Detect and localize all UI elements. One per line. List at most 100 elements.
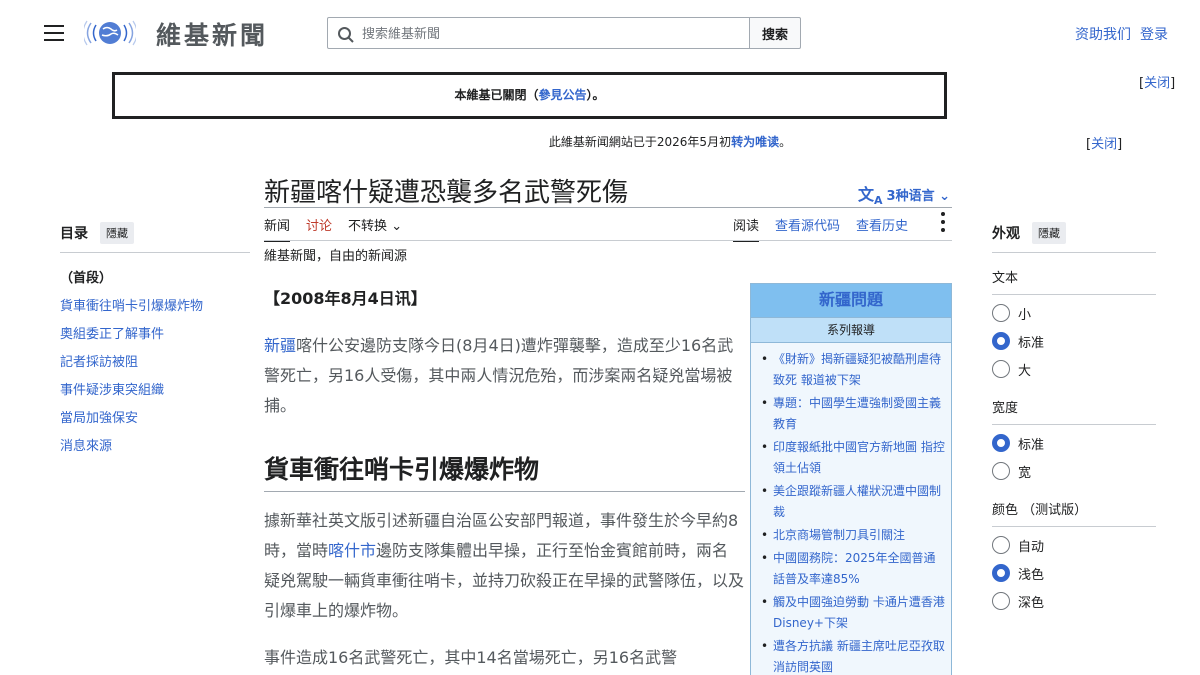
more-actions-icon[interactable] xyxy=(940,212,946,234)
notice-text-pre: 本維基已關閉（ xyxy=(454,88,539,102)
color-option[interactable]: 深色 xyxy=(992,587,1156,615)
infobox-item[interactable]: 美企跟蹤新疆人權狀況遭中國制裁 xyxy=(759,481,945,523)
color-radio[interactable] xyxy=(992,592,1010,610)
color-option[interactable]: 自动 xyxy=(992,531,1156,559)
toc-item[interactable]: 消息來源 xyxy=(60,433,250,461)
site-wordmark[interactable]: 維基新聞 xyxy=(156,16,268,52)
view-tabs: 阅读 查看源代码 查看历史 xyxy=(733,215,924,242)
toc-item[interactable]: 貨車衝往哨卡引爆爆炸物 xyxy=(60,293,250,321)
language-button[interactable]: 文A 3种语言 ⌄ xyxy=(858,181,950,207)
notice-text-post: ）。 xyxy=(586,88,605,102)
search-form: 搜索 xyxy=(327,17,801,49)
width-option[interactable]: 宽 xyxy=(992,457,1156,485)
paragraph-text: 喀什公安邊防支隊今日(8月4日)遭炸彈襲擊，造成至少16名武警死亡，另16人受傷… xyxy=(264,336,734,415)
tab-news[interactable]: 新闻 xyxy=(264,215,291,242)
translate-icon: 文A xyxy=(858,185,883,208)
toc-item[interactable]: 事件疑涉東突組織 xyxy=(60,377,250,405)
infobox-item[interactable]: 觸及中國強迫勞動 卡通片遭香港Disney+下架 xyxy=(759,592,945,634)
toc-header: 目录 隱藏 xyxy=(60,222,250,244)
tab-read[interactable]: 阅读 xyxy=(733,215,760,242)
xinjiang-link[interactable]: 新疆 xyxy=(264,336,296,355)
search-icon xyxy=(338,27,354,43)
toc-hide-button[interactable]: 隱藏 xyxy=(100,222,134,244)
infobox-item[interactable]: 專題：中國學生遭強制愛國主義教育 xyxy=(759,393,945,435)
wikinews-logo-icon[interactable] xyxy=(84,17,136,49)
notice-close-button[interactable]: [关闭] xyxy=(1139,72,1175,91)
tab-talk[interactable]: 讨论 xyxy=(306,215,332,242)
appearance-divider xyxy=(992,526,1156,527)
infobox-title[interactable]: 新疆問題 xyxy=(751,284,951,318)
table-of-contents: 目录 隱藏 （首段） 貨車衝往哨卡引爆爆炸物 奧組委正了解事件 記者採訪被阻 事… xyxy=(60,222,250,461)
search-box[interactable] xyxy=(327,17,750,49)
appearance-title: 外观 xyxy=(992,226,1020,242)
notice-close-label[interactable]: 关闭 xyxy=(1144,76,1170,91)
text-option-label: 标准 xyxy=(1018,335,1045,351)
appearance-divider xyxy=(992,294,1156,295)
color-radio[interactable] xyxy=(992,564,1010,582)
page-title: 新疆喀什疑遭恐襲多名武警死傷 xyxy=(264,178,629,208)
width-option[interactable]: 标准 xyxy=(992,429,1156,457)
text-option[interactable]: 大 xyxy=(992,355,1156,383)
infobox-item[interactable]: 遭各方抗議 新疆主席吐尼亞孜取消訪問英國 xyxy=(759,636,945,675)
width-radio[interactable] xyxy=(992,462,1010,480)
color-option[interactable]: 浅色 xyxy=(992,559,1156,587)
infobox-list: 《財新》揭新疆疑犯被酷刑虐待致死 報道被下架 專題：中國學生遭強制愛國主義教育 … xyxy=(751,343,951,675)
color-option-label: 深色 xyxy=(1018,595,1045,611)
tab-view-source[interactable]: 查看源代码 xyxy=(775,215,840,242)
sitenotice-close-button[interactable]: [关闭] xyxy=(1086,133,1122,152)
namespace-tabs: 新闻 讨论 不转换 ⌄ xyxy=(264,215,418,242)
sitenotice-text-post: 。 xyxy=(779,135,792,149)
chevron-down-icon: ⌄ xyxy=(391,219,403,234)
toc-item[interactable]: 奧組委正了解事件 xyxy=(60,321,250,349)
color-radio[interactable] xyxy=(992,536,1010,554)
infobox-item[interactable]: 北京商場管制刀具引關注 xyxy=(759,525,945,546)
text-option[interactable]: 小 xyxy=(992,299,1156,327)
donate-link[interactable]: 资助我们 xyxy=(1075,27,1131,43)
text-option-label: 大 xyxy=(1018,363,1032,379)
toc-item-top[interactable]: （首段） xyxy=(60,265,250,293)
sitenotice-link[interactable]: 转为唯读 xyxy=(731,135,779,149)
tab-history[interactable]: 查看历史 xyxy=(856,215,908,242)
toc-title: 目录 xyxy=(60,226,88,242)
color-option-label: 浅色 xyxy=(1018,567,1045,583)
article-body: 【2008年8月4日讯】 新疆喀什公安邊防支隊今日(8月4日)遭炸彈襲擊，造成至… xyxy=(264,285,745,667)
appearance-divider xyxy=(992,424,1156,425)
text-radio[interactable] xyxy=(992,304,1010,322)
width-options: 标准宽 xyxy=(992,429,1156,485)
chevron-down-icon: ⌄ xyxy=(939,189,951,204)
site-closed-notice: 本維基已關閉（參見公告）。 xyxy=(112,72,947,119)
toc-item[interactable]: 當局加強保安 xyxy=(60,405,250,433)
login-link[interactable]: 登录 xyxy=(1140,27,1168,43)
width-radio[interactable] xyxy=(992,434,1010,452)
text-option-label: 小 xyxy=(1018,307,1032,323)
appearance-divider xyxy=(992,252,1156,253)
tabs-divider xyxy=(264,240,952,241)
main-menu-icon[interactable] xyxy=(44,25,64,41)
variant-dropdown[interactable]: 不转换 ⌄ xyxy=(348,215,402,242)
text-radio[interactable] xyxy=(992,360,1010,378)
toc-list: （首段） 貨車衝往哨卡引爆爆炸物 奧組委正了解事件 記者採訪被阻 事件疑涉東突組… xyxy=(60,265,250,461)
infobox-item[interactable]: 中國國務院：2025年全國普通話普及率達85% xyxy=(759,548,945,590)
toc-item[interactable]: 記者採訪被阻 xyxy=(60,349,250,377)
width-option-label: 标准 xyxy=(1018,437,1045,453)
infobox-item[interactable]: 《財新》揭新疆疑犯被酷刑虐待致死 報道被下架 xyxy=(759,349,945,391)
variant-label: 不转换 xyxy=(348,219,388,234)
color-options: 自动 浅色 深色 xyxy=(992,531,1156,615)
site-header: 維基新聞 搜索 资助我们登录 xyxy=(0,0,1200,66)
infobox-item[interactable]: 印度報紙批中國官方新地圖 指控領土佔領 xyxy=(759,437,945,479)
text-size-options: 小标准大 xyxy=(992,299,1156,383)
notice-link[interactable]: 參見公告 xyxy=(538,88,586,102)
search-input[interactable] xyxy=(362,24,742,44)
search-button[interactable]: 搜索 xyxy=(749,17,801,49)
width-option-label: 宽 xyxy=(1018,465,1032,481)
appearance-hide-button[interactable]: 隱藏 xyxy=(1032,222,1066,244)
color-label: 颜色 （测试版） xyxy=(992,503,1088,518)
article-paragraph: 新疆喀什公安邊防支隊今日(8月4日)遭炸彈襲擊，造成至少16名武警死亡，另16人… xyxy=(264,331,740,421)
text-option[interactable]: 标准 xyxy=(992,327,1156,355)
kashgar-link[interactable]: 喀什市 xyxy=(328,541,376,560)
sitenotice-close-label[interactable]: 关闭 xyxy=(1091,137,1117,152)
color-option-label: 自动 xyxy=(1018,539,1045,555)
appearance-header: 外观 隱藏 xyxy=(992,222,1156,244)
text-radio[interactable] xyxy=(992,332,1010,350)
sitenotice-text-pre: 此維基新闻網站已于2026年5月初 xyxy=(548,135,732,149)
